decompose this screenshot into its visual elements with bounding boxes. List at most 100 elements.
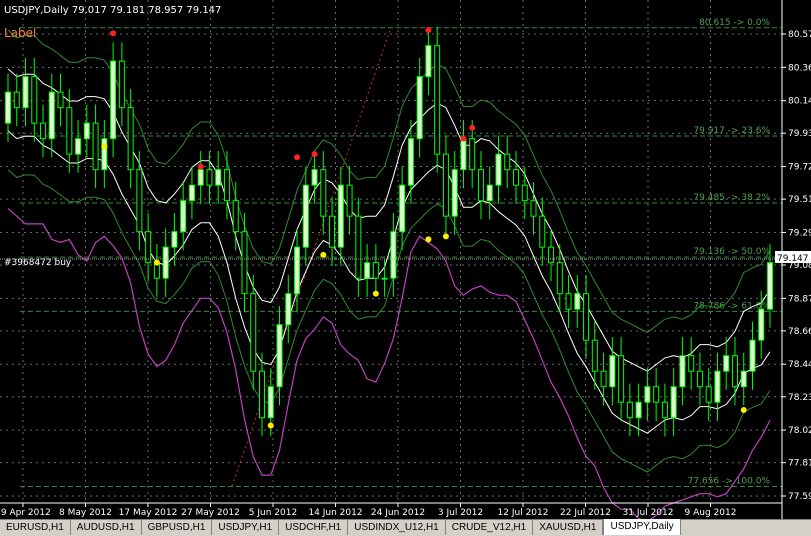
candle-body	[635, 401, 642, 419]
time-label: 8 May 2012	[59, 508, 112, 518]
candle-body	[600, 370, 607, 388]
candle-body	[670, 386, 677, 419]
candle-body	[477, 169, 484, 202]
price-label: 80.145	[788, 97, 811, 107]
price-label: 77.810	[788, 459, 811, 469]
candle-body	[548, 246, 555, 264]
current-price-label: 79.147	[777, 254, 809, 264]
candle-body	[5, 91, 11, 124]
candle-body	[197, 169, 204, 186]
candle-body	[565, 293, 572, 310]
fractal-down-marker	[425, 236, 432, 243]
candle-body	[539, 215, 546, 248]
candle-body	[381, 277, 388, 280]
fractal-down-marker	[153, 259, 160, 266]
label-object: Label	[4, 26, 36, 40]
price-label: 77.595	[788, 492, 811, 502]
candle-body	[171, 231, 178, 248]
candle-body	[442, 153, 449, 217]
candle-body	[110, 60, 117, 140]
candle-body	[714, 370, 721, 403]
candle-body	[22, 76, 29, 109]
time-label: 29 Apr 2012	[0, 508, 51, 518]
time-label: 5 Jun 2012	[249, 508, 297, 518]
candle-body	[705, 386, 712, 403]
candle-body	[48, 91, 55, 140]
fractal-up-marker	[425, 27, 432, 34]
time-label: 14 Jun 2012	[308, 508, 362, 518]
chart-tab[interactable]: XAUUSD,H1	[533, 520, 604, 535]
chart-tab[interactable]: USDINDX_U12,H1	[348, 520, 446, 535]
candle-body	[66, 107, 73, 155]
time-label: 31 Jul 2012	[623, 508, 674, 518]
fibo-level-label: 79.136 -> 50.0%	[693, 247, 770, 257]
candle-body	[302, 184, 309, 248]
fractal-up-marker	[197, 163, 204, 170]
price-label: 79.510	[788, 195, 811, 205]
order-label: #3968472 buy	[4, 258, 72, 268]
time-label: 22 Jul 2012	[560, 508, 611, 518]
candle-body	[469, 138, 476, 171]
candle-body	[162, 246, 169, 279]
fibo-level-label: 79.917 -> 23.6%	[693, 126, 770, 136]
time-label: 3 Jul 2012	[438, 508, 483, 518]
chart-tab[interactable]: USDCHF,H1	[279, 520, 349, 535]
fractal-up-marker	[469, 124, 476, 131]
time-label: 27 May 2012	[181, 508, 240, 518]
price-label: 80.360	[788, 63, 811, 73]
candle-body	[276, 324, 283, 388]
candle-body	[583, 293, 590, 341]
candle-body	[679, 355, 686, 388]
chart-tab[interactable]: AUDUSD,H1	[71, 520, 142, 535]
candle-body	[83, 122, 90, 140]
candle-body	[618, 355, 625, 403]
candle-body	[364, 262, 371, 279]
candle-body	[180, 200, 187, 233]
chart-canvas[interactable]: 80.615 -> 0.0% 79.917 -> 23.6% 79.485 -> 3…	[0, 0, 811, 523]
candle-body	[101, 138, 108, 171]
candle-body	[521, 184, 528, 202]
time-label: 9 Aug 2012	[685, 508, 737, 518]
candle-body	[355, 215, 362, 279]
candle-body	[653, 386, 660, 403]
candle-body	[688, 355, 695, 372]
candle-body	[232, 200, 239, 233]
candle-body	[740, 370, 747, 388]
candle-body	[127, 107, 134, 171]
fractal-up-marker	[294, 154, 301, 161]
candle-body	[434, 45, 441, 155]
chart-tab-bar: EURUSD,H1 AUDUSD,H1 GBPUSD,H1 USDJPY,H1 USDC…	[0, 519, 811, 536]
price-label: 78.235	[788, 393, 811, 403]
candle-body	[346, 184, 353, 217]
candle-body	[556, 262, 563, 295]
fractal-up-marker	[311, 151, 318, 158]
candle-body	[416, 76, 423, 140]
chart-tab[interactable]: EURUSD,H1	[0, 520, 71, 535]
candle-body	[661, 401, 668, 419]
fibo-level-label: 77.656 -> 100.0%	[688, 477, 771, 487]
candle-body	[460, 138, 467, 171]
price-chart[interactable]: 80.615 -> 0.0% 79.917 -> 23.6% 79.485 -> 3…	[0, 0, 811, 523]
candle-body	[259, 370, 265, 419]
time-label: 12 Jul 2012	[498, 508, 549, 518]
candle-body	[696, 370, 703, 388]
candle-body	[513, 169, 519, 186]
candle-body	[92, 122, 99, 171]
chart-tab[interactable]: CRUDE_V12,H1	[446, 520, 534, 535]
price-label: 79.935	[788, 129, 811, 139]
candle-body	[311, 169, 318, 186]
chart-tab[interactable]: USDJPY,H1	[212, 520, 280, 535]
price-label: 78.870	[788, 294, 811, 304]
candle-body	[609, 355, 616, 388]
symbol-title: USDJPY,Daily 79.017 79.181 78.957 79.147	[4, 5, 221, 16]
candle-body	[145, 231, 152, 264]
chart-tab[interactable]: GBPUSD,H1	[142, 520, 213, 535]
candle-body	[591, 339, 598, 372]
candle-body	[723, 355, 730, 372]
chart-tab[interactable]: USDJPY,Daily	[603, 519, 681, 535]
candle-body	[75, 138, 82, 155]
candle-body	[206, 169, 213, 186]
candle-body	[407, 138, 414, 186]
candle-body	[574, 293, 581, 310]
fractal-up-marker	[460, 135, 467, 142]
